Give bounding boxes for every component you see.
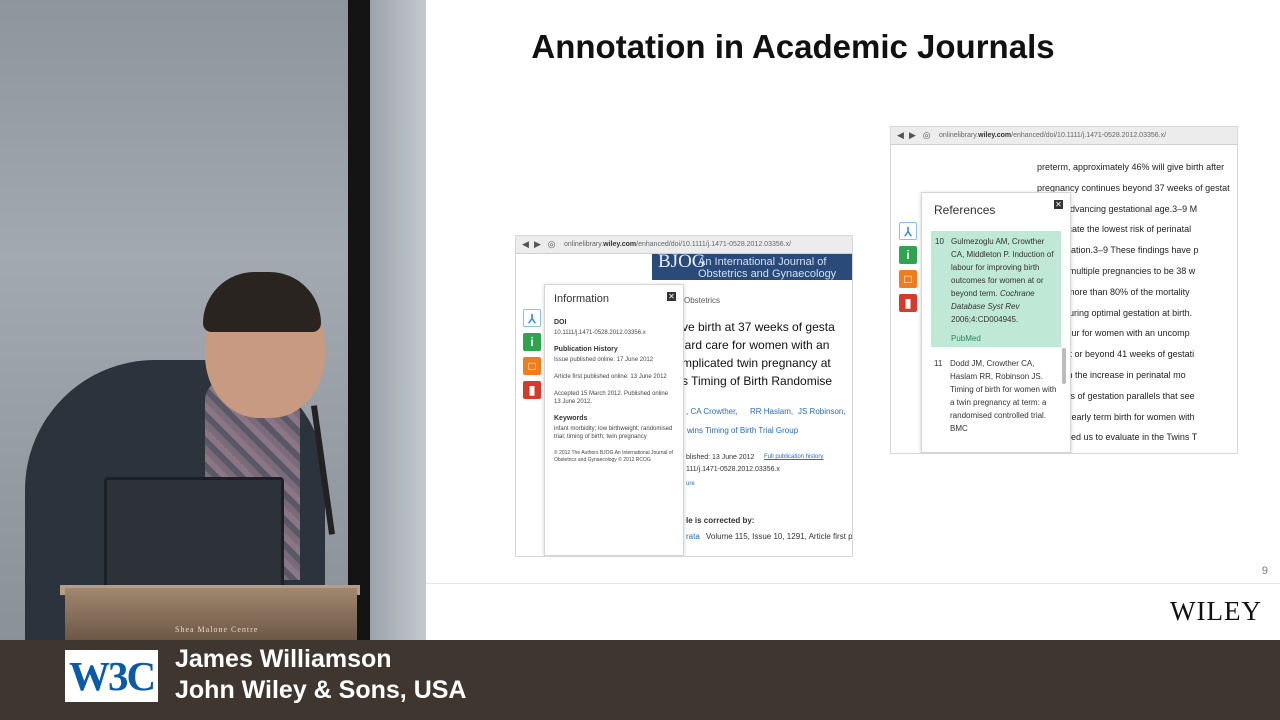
journal-name-line1: An International Journal of (698, 256, 827, 268)
erratum-link[interactable]: rata (686, 532, 700, 541)
author-link[interactable]: JS Robinson, (798, 407, 846, 416)
more-link[interactable]: ure (686, 481, 695, 487)
published-label: blished: (686, 454, 711, 461)
slide-title: Annotation in Academic Journals (531, 28, 1055, 65)
video-frame: Shea Malone Centre Annotation in Academi… (0, 0, 1280, 720)
keywords-value: infant morbidity; low birthweight; rando… (554, 426, 673, 440)
bjog-logo: BJOG (658, 251, 706, 272)
pillar (348, 0, 370, 640)
section-label: Obstetrics (684, 296, 721, 305)
reference-item-highlighted[interactable]: 10 Gulmezoglu AM, Crowther CA, Middleton… (931, 231, 1061, 347)
references-panel: References ✕ 10 Gulmezoglu AM, Crowther … (921, 192, 1071, 453)
pdf-icon[interactable]: ⅄ (523, 309, 541, 327)
article-title-line: lard care for women with an (682, 338, 830, 352)
close-icon[interactable]: ✕ (667, 292, 676, 301)
speaker-camera-view: Shea Malone Centre (0, 0, 426, 640)
info-icon[interactable]: i (523, 333, 541, 351)
speaker-organization: John Wiley & Sons, USA (175, 676, 467, 704)
globe-icon: ◎ (922, 130, 931, 140)
keywords-label: Keywords (554, 415, 588, 422)
panel-scrollbar[interactable] (1062, 348, 1066, 384)
globe-icon: ◎ (547, 239, 556, 249)
back-arrow-icon[interactable]: ◀ (895, 130, 906, 141)
reference-text: Dodd JM, Crowther CA, Haslam RR, Robinso… (950, 359, 1057, 433)
journal-banner: BJOG An International Journal of Obstetr… (652, 251, 852, 280)
history-item: Issue published online: 17 June 2012 (554, 357, 654, 363)
corrected-label: le is corrected by: (686, 516, 755, 525)
info-icon[interactable]: i (899, 246, 917, 264)
full-history-link[interactable]: Full publication history (764, 454, 823, 460)
w3c-logo: W3C (65, 650, 158, 702)
comment-icon[interactable]: □ (899, 270, 917, 288)
doi-label: DOI (554, 319, 567, 326)
history-item: Accepted 15 March 2012. Published online… (554, 391, 669, 405)
doi-value: 10.1111/j.1471-0528.2012.03356.x (554, 330, 646, 336)
side-toolbar: ⅄ i □ ▮ (523, 309, 545, 405)
close-icon[interactable]: ✕ (1054, 200, 1063, 209)
side-toolbar: ⅄ i □ ▮ (899, 222, 921, 318)
forward-arrow-icon[interactable]: ▶ (532, 239, 543, 250)
erratum-detail: Volume 115, Issue 10, 1291, Article firs… (706, 532, 852, 541)
author-link[interactable]: , CA Crowther, (686, 407, 738, 416)
slide-page-number: 9 (1261, 565, 1268, 577)
article-title-line: mplicated twin pregnancy at (682, 356, 831, 370)
screenshot-references-panel: onlinelibrary.wiley.com/enhanced/doi/10.… (891, 127, 1237, 453)
laptop (104, 477, 284, 595)
published-date: 13 June 2012 (712, 454, 755, 461)
presentation-slide: Annotation in Academic Journals onlineli… (426, 0, 1280, 640)
room-wall-right (370, 0, 426, 640)
forward-arrow-icon[interactable]: ▶ (907, 130, 918, 141)
comment-icon[interactable]: □ (523, 357, 541, 375)
screenshot-information-panel: onlinelibrary.wiley.com/enhanced/doi/10.… (516, 236, 852, 556)
pubmed-link[interactable]: PubMed (935, 334, 1057, 343)
reference-item[interactable]: 11 Dodd JM, Crowther CA, Haslam RR, Robi… (934, 357, 1058, 435)
references-panel-title: References (934, 203, 996, 217)
reference-entry: 10 Gulmezoglu AM, Crowther CA, Middleton… (935, 235, 1057, 326)
journal-name-line2: Obstetrics and Gynaecology (698, 268, 837, 280)
pdf-icon[interactable]: ⅄ (899, 222, 917, 240)
group-link[interactable]: wins Timing of Birth Trial Group (687, 426, 798, 435)
metrics-icon[interactable]: ▮ (899, 294, 917, 312)
author-link[interactable]: RR Haslam, (750, 407, 793, 416)
article-title-line: s Timing of Birth Randomise (682, 374, 833, 388)
slide-footer-divider (426, 583, 1280, 584)
back-arrow-icon[interactable]: ◀ (520, 239, 531, 250)
url-bar[interactable]: onlinelibrary.wiley.com/enhanced/doi/10.… (891, 127, 1237, 145)
reference-text: Gulmezoglu AM, Crowther CA, Middleton P.… (951, 237, 1054, 324)
information-panel-title: Information (554, 293, 610, 305)
reference-number: 10 (935, 237, 944, 246)
metrics-icon[interactable]: ▮ (523, 381, 541, 399)
history-item: Article first published online: 13 June … (554, 374, 667, 380)
doi-line: 111/j.1471-0528.2012.03356.x (686, 466, 780, 473)
podium-label: Shea Malone Centre (175, 625, 259, 634)
information-panel: Information ✕ DOI 10.1111/j.1471-0528.20… (544, 284, 684, 556)
reference-number: 11 (934, 359, 943, 368)
speaker-name: James Williamson (175, 645, 392, 673)
article-title-line: ve birth at 37 weeks of gesta (682, 320, 835, 334)
history-label: Publication History (554, 346, 618, 353)
copyright-text: © 2012 The Authors BJOG An International… (554, 450, 673, 463)
wiley-logo: WILEY (1170, 596, 1262, 626)
